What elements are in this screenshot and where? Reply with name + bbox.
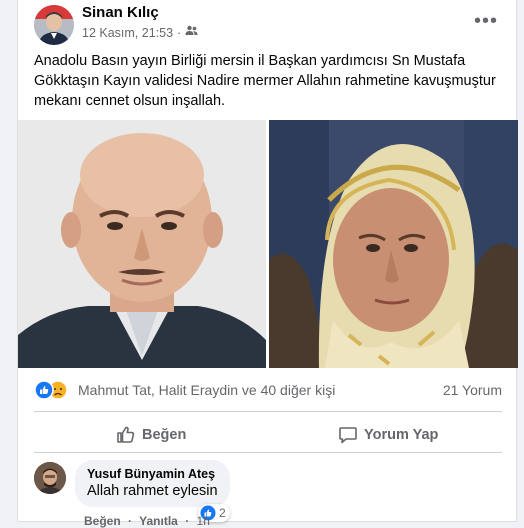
comment-actions: Beğen · Yanıtla · 1h — [84, 514, 214, 528]
like-icon — [117, 426, 135, 443]
photo-man[interactable] — [18, 120, 266, 368]
comment-time[interactable]: 1h — [197, 514, 210, 528]
author-name[interactable]: Sinan Kılıç — [82, 4, 159, 21]
commenter-name[interactable]: Yusuf Bünyamin Ateş — [87, 467, 218, 481]
post-card: Sinan Kılıç 12 Kasım, 21:53 · ••• Anadol… — [17, 0, 518, 528]
more-options-icon[interactable]: ••• — [474, 10, 498, 33]
comment-count[interactable]: 21 Yorum — [443, 382, 502, 398]
reaction-names[interactable]: Mahmut Tat, Halit Eraydin ve 40 diğer ki… — [78, 382, 335, 398]
post-header: Sinan Kılıç 12 Kasım, 21:53 · ••• — [18, 0, 516, 46]
photo-woman[interactable] — [269, 120, 518, 368]
comment-actions-sep2: · — [185, 514, 190, 528]
divider-bottom — [34, 452, 502, 453]
comment-reply-link[interactable]: Yanıtla — [139, 514, 178, 528]
like-button[interactable]: Beğen — [116, 420, 186, 450]
post-text: Anadolu Basın yayın Birliği mersin il Ba… — [34, 53, 496, 109]
comment-text: Allah rahmet eylesin — [87, 483, 218, 499]
comment-icon — [339, 427, 357, 444]
meta-separator: · — [177, 25, 182, 40]
comment-label: Yorum Yap — [364, 427, 439, 443]
post-meta: 12 Kasım, 21:53 · — [82, 25, 198, 40]
reactions-row: Mahmut Tat, Halit Eraydin ve 40 diğer ki… — [34, 378, 502, 402]
reaction-icons[interactable] — [34, 380, 68, 400]
post-timestamp[interactable]: 12 Kasım, 21:53 — [82, 26, 173, 40]
comment-like-link[interactable]: Beğen — [84, 514, 121, 528]
comment-actions-sep1: · — [128, 514, 133, 528]
commenter-avatar[interactable] — [34, 462, 66, 494]
post-photos — [18, 120, 518, 368]
comment-button[interactable]: Yorum Yap — [338, 420, 438, 450]
divider-top — [34, 411, 502, 412]
comment-reaction-count: 2 — [219, 506, 226, 520]
comment-bubble: Yusuf Bünyamin Ateş Allah rahmet eylesin — [75, 460, 230, 507]
friends-icon — [185, 25, 198, 40]
author-avatar[interactable] — [34, 5, 74, 45]
like-label: Beğen — [142, 427, 187, 443]
